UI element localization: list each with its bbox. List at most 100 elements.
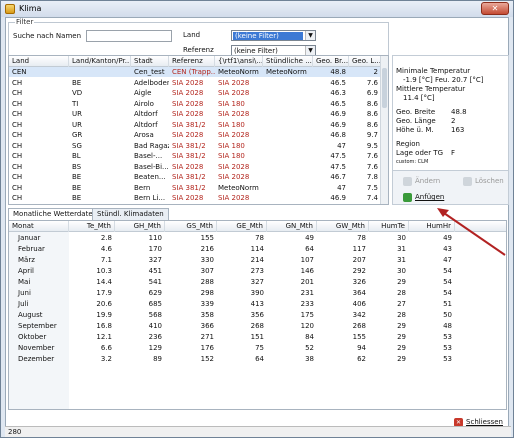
- table-cell: 288: [200, 278, 214, 286]
- table-cell: 29: [397, 355, 406, 363]
- table-cell: 78: [255, 234, 264, 242]
- scrollbar-thumb[interactable]: [382, 68, 387, 108]
- loeschen-button[interactable]: Löschen: [461, 175, 504, 188]
- title-bar[interactable]: Klima ✕: [1, 1, 513, 17]
- table-row[interactable]: Juni 17.9 629 298 390 231 364 28 54: [9, 288, 506, 298]
- table-row[interactable]: CH BE Bern Li... SIA 2028 SIA 2028 46.9 7.4: [9, 193, 381, 203]
- land-select[interactable]: (keine Filter) ▼: [231, 30, 316, 41]
- monthly-col-header[interactable]: Monat: [9, 221, 69, 232]
- table-cell: BE: [72, 78, 82, 87]
- table-cell: Mai: [18, 278, 31, 286]
- table-cell: 2: [373, 68, 378, 76]
- table-cell: Basel-...: [134, 152, 163, 160]
- table-cell: 46.3: [330, 89, 346, 97]
- table-row[interactable]: CH BE Bern SIA 381/2 MeteoNorm 47 7.5: [9, 183, 381, 193]
- table-cell: Cen_test: [134, 68, 165, 76]
- monthly-col-header[interactable]: HumTe: [369, 221, 409, 232]
- table-row[interactable]: CH UR Altdorf SIA 2028 SIA 2028 46.9 8.6: [9, 109, 381, 119]
- col-geo-laenge[interactable]: Geo. L...: [349, 56, 381, 67]
- land-label: Land: [183, 31, 201, 39]
- table-row[interactable]: CH GR Arosa SIA 2028 SIA 2028 46.8 9.7: [9, 130, 381, 140]
- table-cell: CH: [12, 152, 23, 160]
- table-cell: [263, 120, 313, 130]
- window-close-button[interactable]: ✕: [481, 2, 509, 15]
- table-cell: Januar: [18, 234, 41, 242]
- table-row[interactable]: CH VD Aigle SIA 2028 SIA 2028 46.3 6.9: [9, 88, 381, 98]
- tab-stuendl-klimadaten[interactable]: Stündl. Klimadaten: [92, 208, 169, 220]
- table-cell: TI: [72, 99, 79, 108]
- table-cell: August: [18, 311, 43, 319]
- table-row[interactable]: November 6.6 129 176 75 52 94 29 53: [9, 343, 506, 353]
- alt-label: Höhe ü. M.: [396, 126, 434, 134]
- table-row[interactable]: CH UR Altdorf SIA 381/2 SIA 180 46.9 8.6: [9, 120, 381, 130]
- table-cell: CH: [12, 173, 23, 181]
- table-cell: 51: [443, 300, 452, 308]
- table-row[interactable]: Oktober 12.1 236 271 151 84 155 29 53: [9, 332, 506, 342]
- table-cell: 7.6: [366, 162, 378, 171]
- table-cell: 170: [148, 245, 162, 253]
- table-row[interactable]: CH SG Bad Ragaz SIA 381/2 SIA 180 47 9.5: [9, 141, 381, 151]
- table-cell: CH: [12, 194, 23, 202]
- table-cell: SIA 2028: [172, 99, 204, 108]
- table-cell: CH: [12, 162, 23, 171]
- table-cell: SIA 2028: [172, 78, 204, 87]
- table-cell: SIA 381/2: [172, 173, 206, 181]
- table-cell: 7.6: [366, 78, 378, 87]
- table-row[interactable]: April 10.3 451 307 273 146 292 30 54: [9, 266, 506, 276]
- table-cell: 7.5: [366, 183, 378, 192]
- monthly-col-header[interactable]: GS_Mth: [165, 221, 217, 232]
- table-row[interactable]: CH BE Adelboden SIA 2028 SIA 2028 46.5 7.6: [9, 78, 381, 88]
- table-cell: Bern Li...: [134, 194, 166, 202]
- table-cell: CH: [12, 131, 23, 139]
- table-cell: 84: [305, 333, 314, 341]
- table-row[interactable]: CH BS Basel-Bi... SIA 2028 SIA 2028 47.5 7.6: [9, 162, 381, 172]
- monthly-col-header[interactable]: Te_Mth: [69, 221, 115, 232]
- table-cell: 46.9: [330, 194, 346, 202]
- table-row[interactable]: Februar 4.6 170 216 114 64 117 31 43: [9, 244, 506, 254]
- table-row[interactable]: Dezember 3.2 89 152 64 38 62 29 53: [9, 354, 506, 364]
- table-cell: CEN: [12, 68, 27, 76]
- col-stadt[interactable]: Stadt: [131, 56, 169, 67]
- table-row[interactable]: Juli 20.6 685 339 413 233 406 27 51: [9, 299, 506, 309]
- table-cell: April: [18, 267, 34, 275]
- table-cell: 47: [337, 141, 346, 150]
- table-row[interactable]: März 7.1 327 330 214 107 207 31 47: [9, 255, 506, 265]
- lon-value: 2: [451, 117, 456, 125]
- search-input[interactable]: [86, 30, 172, 42]
- table-cell: [263, 183, 313, 193]
- aendern-button[interactable]: Ändern: [401, 175, 440, 188]
- table-cell: 342: [352, 311, 366, 319]
- col-kanton[interactable]: Land/Kanton/Pr...: [69, 56, 131, 67]
- table-row[interactable]: CH TI Airolo SIA 2028 SIA 180 46.5 8.6: [9, 99, 381, 109]
- col-geo-breite[interactable]: Geo. Br...: [313, 56, 349, 67]
- table-row[interactable]: Januar 2.8 110 155 78 49 78 30 49: [9, 233, 506, 243]
- table-cell: 50: [443, 311, 452, 319]
- monthly-col-header[interactable]: GE_Mth: [217, 221, 267, 232]
- table-row[interactable]: CEN Cen_test CEN (Trapp... MeteoNorm MeteoNo…: [9, 67, 381, 77]
- table-cell: 78: [357, 234, 366, 242]
- table-cell: SIA 2028: [218, 110, 250, 118]
- table-cell: 366: [200, 322, 214, 330]
- table-row[interactable]: Mai 14.4 541 288 327 201 326 29 54: [9, 277, 506, 287]
- table-cell: 46.9: [330, 110, 346, 118]
- table-cell: SIA 2028: [172, 110, 204, 118]
- monthly-col-header[interactable]: GW_Mth: [317, 221, 369, 232]
- referenz-select-value: (keine Filter): [234, 47, 278, 55]
- land-select-value: (keine Filter): [233, 32, 303, 40]
- add-icon: [403, 193, 412, 202]
- table-row[interactable]: CH BL Basel-... SIA 381/2 SIA 180 47.5 7.6: [9, 151, 381, 161]
- table-cell: 46.9: [330, 120, 346, 129]
- col-land[interactable]: Land: [9, 56, 69, 67]
- table-cell: 152: [200, 355, 214, 363]
- table-cell: SIA 2028: [218, 89, 250, 97]
- table-row[interactable]: CH BE Beaten... SIA 381/2 SIA 2028 46.7 7.8: [9, 172, 381, 182]
- table-row[interactable]: August 19.9 568 358 356 175 342 28 50: [9, 310, 506, 320]
- col-stuendliche[interactable]: Stündliche ...: [263, 56, 313, 67]
- col-rtf[interactable]: {\rtf1\ansi\...: [215, 56, 263, 67]
- stations-scrollbar[interactable]: [380, 56, 388, 204]
- table-row[interactable]: September 16.8 410 366 268 120 268 29 48: [9, 321, 506, 331]
- monthly-col-header[interactable]: GN_Mth: [267, 221, 317, 232]
- monthly-col-header[interactable]: GH_Mth: [115, 221, 165, 232]
- col-referenz[interactable]: Referenz: [169, 56, 215, 67]
- table-cell: November: [18, 344, 55, 352]
